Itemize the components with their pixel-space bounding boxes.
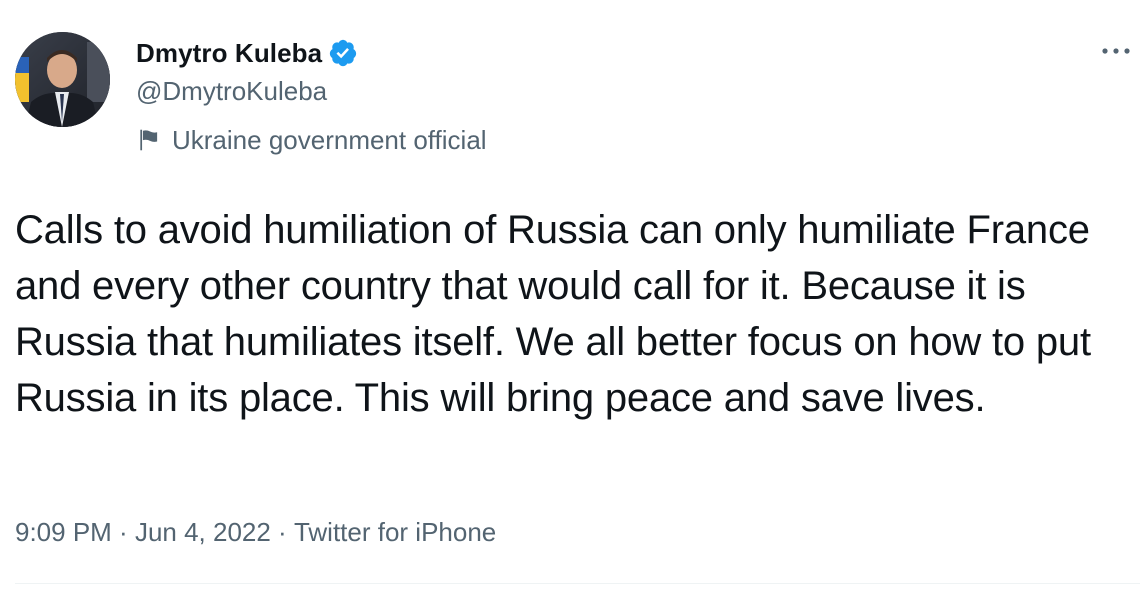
tweet-text: Calls to avoid humiliation of Russia can…: [15, 208, 1091, 420]
account-label-text: Ukraine government official: [172, 124, 487, 155]
avatar[interactable]: [15, 32, 110, 127]
divider: [15, 583, 1140, 584]
account-label[interactable]: Ukraine government official: [136, 122, 487, 158]
user-handle[interactable]: @DmytroKuleba: [136, 76, 327, 107]
avatar-photo: [15, 32, 110, 127]
tweet-card: Dmytro Kuleba @DmytroKuleba Ukraine gove…: [0, 0, 1140, 594]
display-name-row: Dmytro Kuleba: [136, 36, 358, 70]
display-name[interactable]: Dmytro Kuleba: [136, 38, 322, 69]
meta-separator: ·: [111, 516, 135, 547]
tweet-date[interactable]: Jun 4, 2022: [135, 517, 271, 548]
meta-separator: ·: [270, 516, 294, 547]
flag-icon: [136, 127, 162, 153]
tweet-time[interactable]: 9:09 PM: [15, 517, 112, 548]
verified-badge-icon: [328, 38, 358, 68]
more-options-icon[interactable]: [1098, 38, 1134, 64]
tweet-source[interactable]: Twitter for iPhone: [294, 517, 496, 548]
tweet-meta: 9:09 PM · Jun 4, 2022 · Twitter for iPho…: [15, 512, 496, 552]
